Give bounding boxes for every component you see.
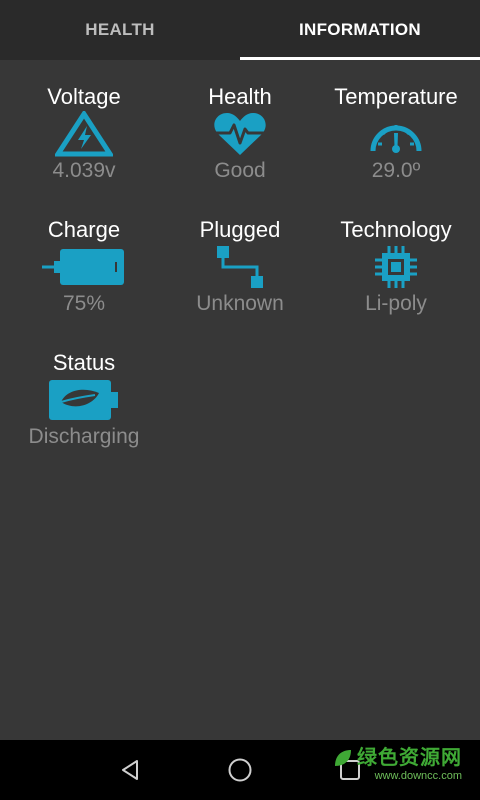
tab-bar: HEALTH INFORMATION <box>0 0 480 60</box>
tab-health[interactable]: HEALTH <box>0 0 240 60</box>
technology-label: Technology <box>340 217 452 242</box>
back-icon[interactable] <box>110 750 150 790</box>
gauge-icon <box>316 110 476 158</box>
voltage-label: Voltage <box>47 84 121 109</box>
charge-item: Charge 75% <box>4 217 164 317</box>
heart-pulse-icon <box>160 110 320 158</box>
charge-label: Charge <box>47 217 121 242</box>
navigation-bar <box>0 740 480 800</box>
charge-value: 75% <box>62 292 106 315</box>
technology-value: Li-poly <box>365 292 427 315</box>
connection-icon <box>160 243 320 291</box>
technology-item: Technology Li-poly <box>316 217 476 317</box>
plugged-value: Unknown <box>196 292 284 315</box>
temperature-label: Temperature <box>334 84 458 109</box>
plugged-label: Plugged <box>199 217 281 242</box>
health-value: Good <box>214 159 266 182</box>
tab-information[interactable]: INFORMATION <box>240 0 480 60</box>
status-label: Status <box>52 350 116 375</box>
plugged-item: Plugged Unknown <box>160 217 320 317</box>
recents-icon[interactable] <box>330 750 370 790</box>
status-value: Discharging <box>28 425 140 448</box>
home-icon[interactable] <box>220 750 260 790</box>
information-panel: Voltage 4.039v Health Good Temperature 2… <box>0 60 480 740</box>
battery-icon <box>4 243 164 291</box>
temperature-item: Temperature 29.0º <box>316 84 476 184</box>
voltage-item: Voltage 4.039v <box>4 84 164 184</box>
status-item: Status Discharging <box>4 350 164 450</box>
voltage-value: 4.039v <box>52 159 116 182</box>
voltage-warning-icon <box>4 110 164 158</box>
health-item: Health Good <box>160 84 320 184</box>
health-label: Health <box>208 84 272 109</box>
battery-leaf-icon <box>4 376 164 424</box>
chip-icon <box>316 243 476 291</box>
temperature-value: 29.0º <box>371 159 421 182</box>
